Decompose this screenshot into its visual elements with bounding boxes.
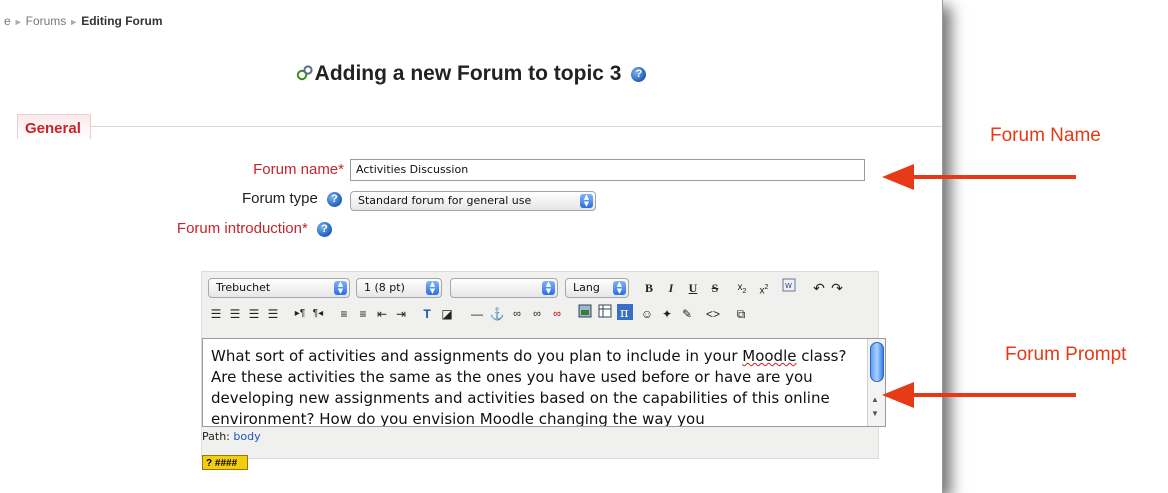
language-value: Lang bbox=[573, 281, 600, 294]
page-title: Adding a new Forum to topic 3 ? bbox=[0, 62, 942, 88]
special-char-icon[interactable]: ✦ bbox=[658, 304, 676, 324]
required-mark: * bbox=[301, 220, 308, 237]
superscript-icon[interactable]: x2 bbox=[755, 278, 773, 298]
unordered-list-icon[interactable]: ≡ bbox=[355, 304, 371, 324]
breadcrumb-separator-icon: ► bbox=[69, 17, 79, 27]
select-arrows-icon: ▲ ▼ bbox=[334, 281, 347, 295]
select-arrows-icon: ▲ ▼ bbox=[613, 281, 626, 295]
svg-text:W: W bbox=[785, 282, 792, 290]
background-color-icon[interactable]: ◪ bbox=[438, 304, 456, 324]
rtl-icon[interactable]: ¶◂ bbox=[310, 304, 326, 324]
breadcrumb-item-forums[interactable]: Forums bbox=[26, 14, 67, 28]
path-body-link[interactable]: body bbox=[233, 430, 260, 443]
screenshot-panel: e ► Forums ► Editing Forum Adding a new Foru… bbox=[0, 0, 943, 493]
editor-toolbar-row-2: ☰ ☰ ☰ ☰ ▸¶ ¶◂ ≡ ≡ ⇤ ⇥ T ◪ — ⚓ ∞ ∞ ∞ π ☺ … bbox=[206, 302, 874, 326]
editor-toolbar-row-1: Trebuchet ▲ ▼ 1 (8 pt) ▲ ▼ ▲ ▼ Lang ▲ ▼ B I … bbox=[206, 276, 874, 300]
fullscreen-icon[interactable]: ⧉ bbox=[732, 304, 750, 324]
underline-icon[interactable]: U bbox=[685, 278, 701, 298]
scroll-up-arrow-icon[interactable]: ▲ bbox=[871, 395, 879, 404]
arrow-forum-name-icon bbox=[882, 164, 1076, 190]
forum-type-select-value: Standard forum for general use bbox=[358, 194, 532, 207]
anchor-icon[interactable]: ⚓ bbox=[488, 304, 506, 324]
help-icon[interactable]: ? bbox=[317, 221, 332, 237]
editor-content-area[interactable]: What sort of activities and assignments … bbox=[202, 338, 886, 427]
language-select[interactable]: Lang ▲ ▼ bbox=[565, 278, 629, 298]
text-color-icon[interactable]: T bbox=[418, 304, 436, 324]
font-family-value: Trebuchet bbox=[216, 281, 271, 294]
forum-name-input[interactable]: Activities Discussion bbox=[350, 159, 865, 181]
forum-type-select[interactable]: Standard forum for general use ▲ ▼ bbox=[350, 191, 596, 211]
help-icon[interactable]: ? bbox=[631, 66, 647, 82]
forum-type-label: Forum type ? bbox=[242, 190, 342, 207]
font-size-value: 1 (8 pt) bbox=[364, 281, 405, 294]
forum-name-label: Forum name* bbox=[253, 161, 344, 178]
bold-icon[interactable]: B bbox=[641, 278, 657, 298]
style-select[interactable]: ▲ ▼ bbox=[450, 278, 558, 298]
align-right-icon[interactable]: ☰ bbox=[246, 304, 262, 324]
align-left-icon[interactable]: ☰ bbox=[208, 304, 224, 324]
clean-html-icon[interactable]: ✎ bbox=[678, 304, 696, 324]
redo-icon[interactable]: ↷ bbox=[829, 278, 845, 298]
breadcrumb-current: Editing Forum bbox=[81, 14, 163, 28]
required-mark: * bbox=[338, 161, 344, 178]
nolink-icon[interactable]: ∞ bbox=[548, 304, 566, 324]
html-editor: Trebuchet ▲ ▼ 1 (8 pt) ▲ ▼ ▲ ▼ Lang ▲ ▼ B I … bbox=[201, 271, 886, 470]
unlink-icon[interactable]: ∞ bbox=[528, 304, 546, 324]
strikethrough-icon[interactable]: S bbox=[707, 278, 723, 298]
forum-icon bbox=[296, 64, 314, 88]
svg-text:π: π bbox=[620, 306, 629, 320]
outdent-icon[interactable]: ⇤ bbox=[374, 304, 390, 324]
ordered-list-icon[interactable]: ≡ bbox=[336, 304, 352, 324]
breadcrumb: e ► Forums ► Editing Forum bbox=[4, 14, 163, 28]
section-legend-label: General bbox=[25, 120, 81, 137]
breadcrumb-separator-icon: ► bbox=[13, 17, 23, 27]
scroll-down-arrow-icon[interactable]: ▼ bbox=[871, 409, 879, 418]
insert-image-icon[interactable] bbox=[576, 304, 594, 324]
smiley-icon[interactable]: ☺ bbox=[638, 304, 656, 324]
section-legend[interactable]: General bbox=[17, 114, 91, 139]
forum-intro-label: Forum introduction* ? bbox=[177, 220, 332, 237]
subscript-icon[interactable]: x2 bbox=[733, 278, 751, 298]
help-icon[interactable]: ? bbox=[327, 191, 342, 207]
select-arrows-icon: ▲ ▼ bbox=[426, 281, 439, 295]
link-icon[interactable]: ∞ bbox=[508, 304, 526, 324]
forum-name-label-text: Forum name bbox=[253, 161, 339, 178]
path-label: Path: bbox=[202, 430, 230, 443]
fieldset-divider bbox=[90, 126, 942, 127]
select-arrows-icon: ▲ ▼ bbox=[542, 281, 555, 295]
font-size-select[interactable]: 1 (8 pt) ▲ ▼ bbox=[356, 278, 442, 298]
html-source-icon[interactable]: <> bbox=[704, 304, 722, 324]
forum-prompt-text: What sort of activities and assignments … bbox=[211, 347, 847, 427]
ltr-icon[interactable]: ▸¶ bbox=[292, 304, 308, 324]
annotation-forum-prompt: Forum Prompt bbox=[1005, 344, 1127, 365]
forum-intro-label-text: Forum introduction bbox=[176, 220, 302, 237]
insert-table-icon[interactable] bbox=[596, 304, 614, 324]
font-family-select[interactable]: Trebuchet ▲ ▼ bbox=[208, 278, 350, 298]
undo-icon[interactable]: ↶ bbox=[811, 278, 827, 298]
annotation-forum-name: Forum Name bbox=[990, 125, 1101, 146]
italic-icon[interactable]: I bbox=[663, 278, 679, 298]
editor-help-badge[interactable]: ? #### bbox=[202, 455, 248, 470]
arrow-forum-prompt-icon bbox=[882, 382, 1076, 408]
align-center-icon[interactable]: ☰ bbox=[227, 304, 243, 324]
justify-icon[interactable]: ☰ bbox=[265, 304, 281, 324]
editor-path-bar: Path: body bbox=[202, 430, 261, 443]
forum-type-label-text: Forum type bbox=[241, 190, 318, 207]
breadcrumb-partial[interactable]: e bbox=[4, 14, 11, 28]
insert-math-icon[interactable]: π bbox=[616, 304, 634, 324]
select-arrows-icon: ▲ ▼ bbox=[580, 194, 593, 208]
horizontal-rule-icon[interactable]: — bbox=[468, 304, 486, 324]
indent-icon[interactable]: ⇥ bbox=[393, 304, 409, 324]
word-paste-icon[interactable]: W bbox=[780, 278, 798, 298]
page-title-text: Adding a new Forum to topic 3 bbox=[314, 62, 622, 85]
